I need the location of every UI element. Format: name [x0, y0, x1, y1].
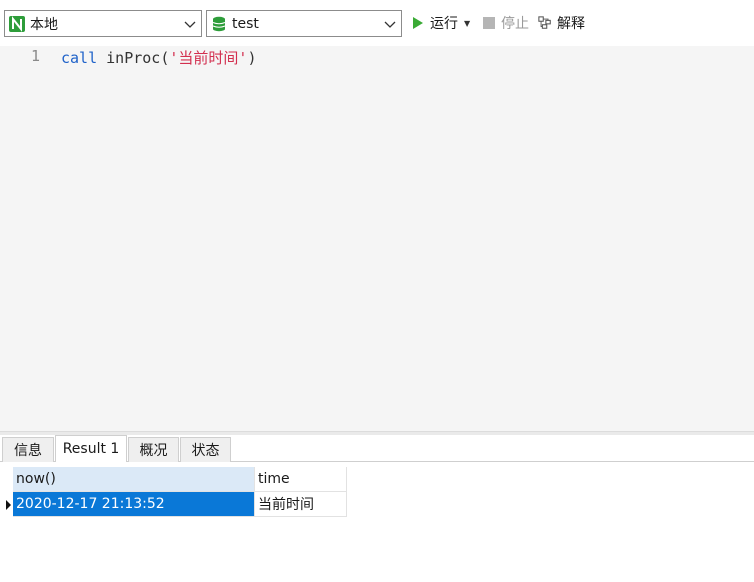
line-number: 1	[30, 47, 40, 65]
explain-label: 解释	[557, 16, 585, 32]
sql-string-literal: '当前时间'	[169, 49, 248, 67]
database-select[interactable]: test	[206, 10, 402, 37]
explain-icon	[538, 16, 552, 30]
navicat-connection-icon	[9, 15, 25, 32]
chevron-down-icon	[384, 18, 396, 30]
run-button[interactable]: 运行 ▼	[411, 12, 470, 34]
column-header[interactable]: time	[255, 467, 347, 492]
sql-close-paren: )	[247, 49, 257, 67]
stop-icon	[482, 16, 496, 30]
table-cell[interactable]: 当前时间	[255, 492, 347, 517]
connection-select-value: 本地	[30, 16, 58, 33]
toolbar: 本地 test 运行 ▼ 停止 解释	[0, 0, 754, 46]
current-row-indicator-icon	[4, 492, 13, 517]
database-select-value: test	[232, 15, 259, 32]
line-number-gutter: 1	[0, 46, 44, 431]
tab-info[interactable]: 信息	[2, 437, 54, 462]
table-row[interactable]: 2020-12-17 21:13:52 当前时间	[4, 492, 347, 517]
code-area[interactable]: call inProc('当前时间')	[44, 46, 754, 431]
connection-select[interactable]: 本地	[4, 10, 202, 37]
tab-result-1[interactable]: Result 1	[55, 435, 127, 462]
run-label: 运行	[430, 16, 458, 32]
sql-editor[interactable]: 1 call inProc('当前时间')	[0, 46, 754, 431]
stop-button[interactable]: 停止	[482, 12, 529, 34]
explain-button[interactable]: 解释	[538, 12, 585, 34]
caret-down-icon[interactable]: ▼	[464, 19, 470, 28]
play-icon	[411, 16, 425, 30]
chevron-down-icon	[184, 18, 196, 30]
result-tabs: 信息 Result 1 概况 状态	[0, 435, 754, 462]
tab-status[interactable]: 状态	[180, 437, 231, 462]
sql-procedure-call: inProc(	[97, 49, 170, 67]
grid-header-row: now() time	[4, 467, 347, 492]
table-cell[interactable]: 2020-12-17 21:13:52	[13, 492, 255, 517]
column-header[interactable]: now()	[13, 467, 255, 492]
stop-label: 停止	[501, 16, 529, 32]
tab-overview[interactable]: 概况	[128, 437, 179, 462]
database-icon	[211, 16, 227, 32]
sql-keyword: call	[61, 49, 98, 67]
code-line[interactable]: call inProc('当前时间')	[61, 47, 256, 68]
